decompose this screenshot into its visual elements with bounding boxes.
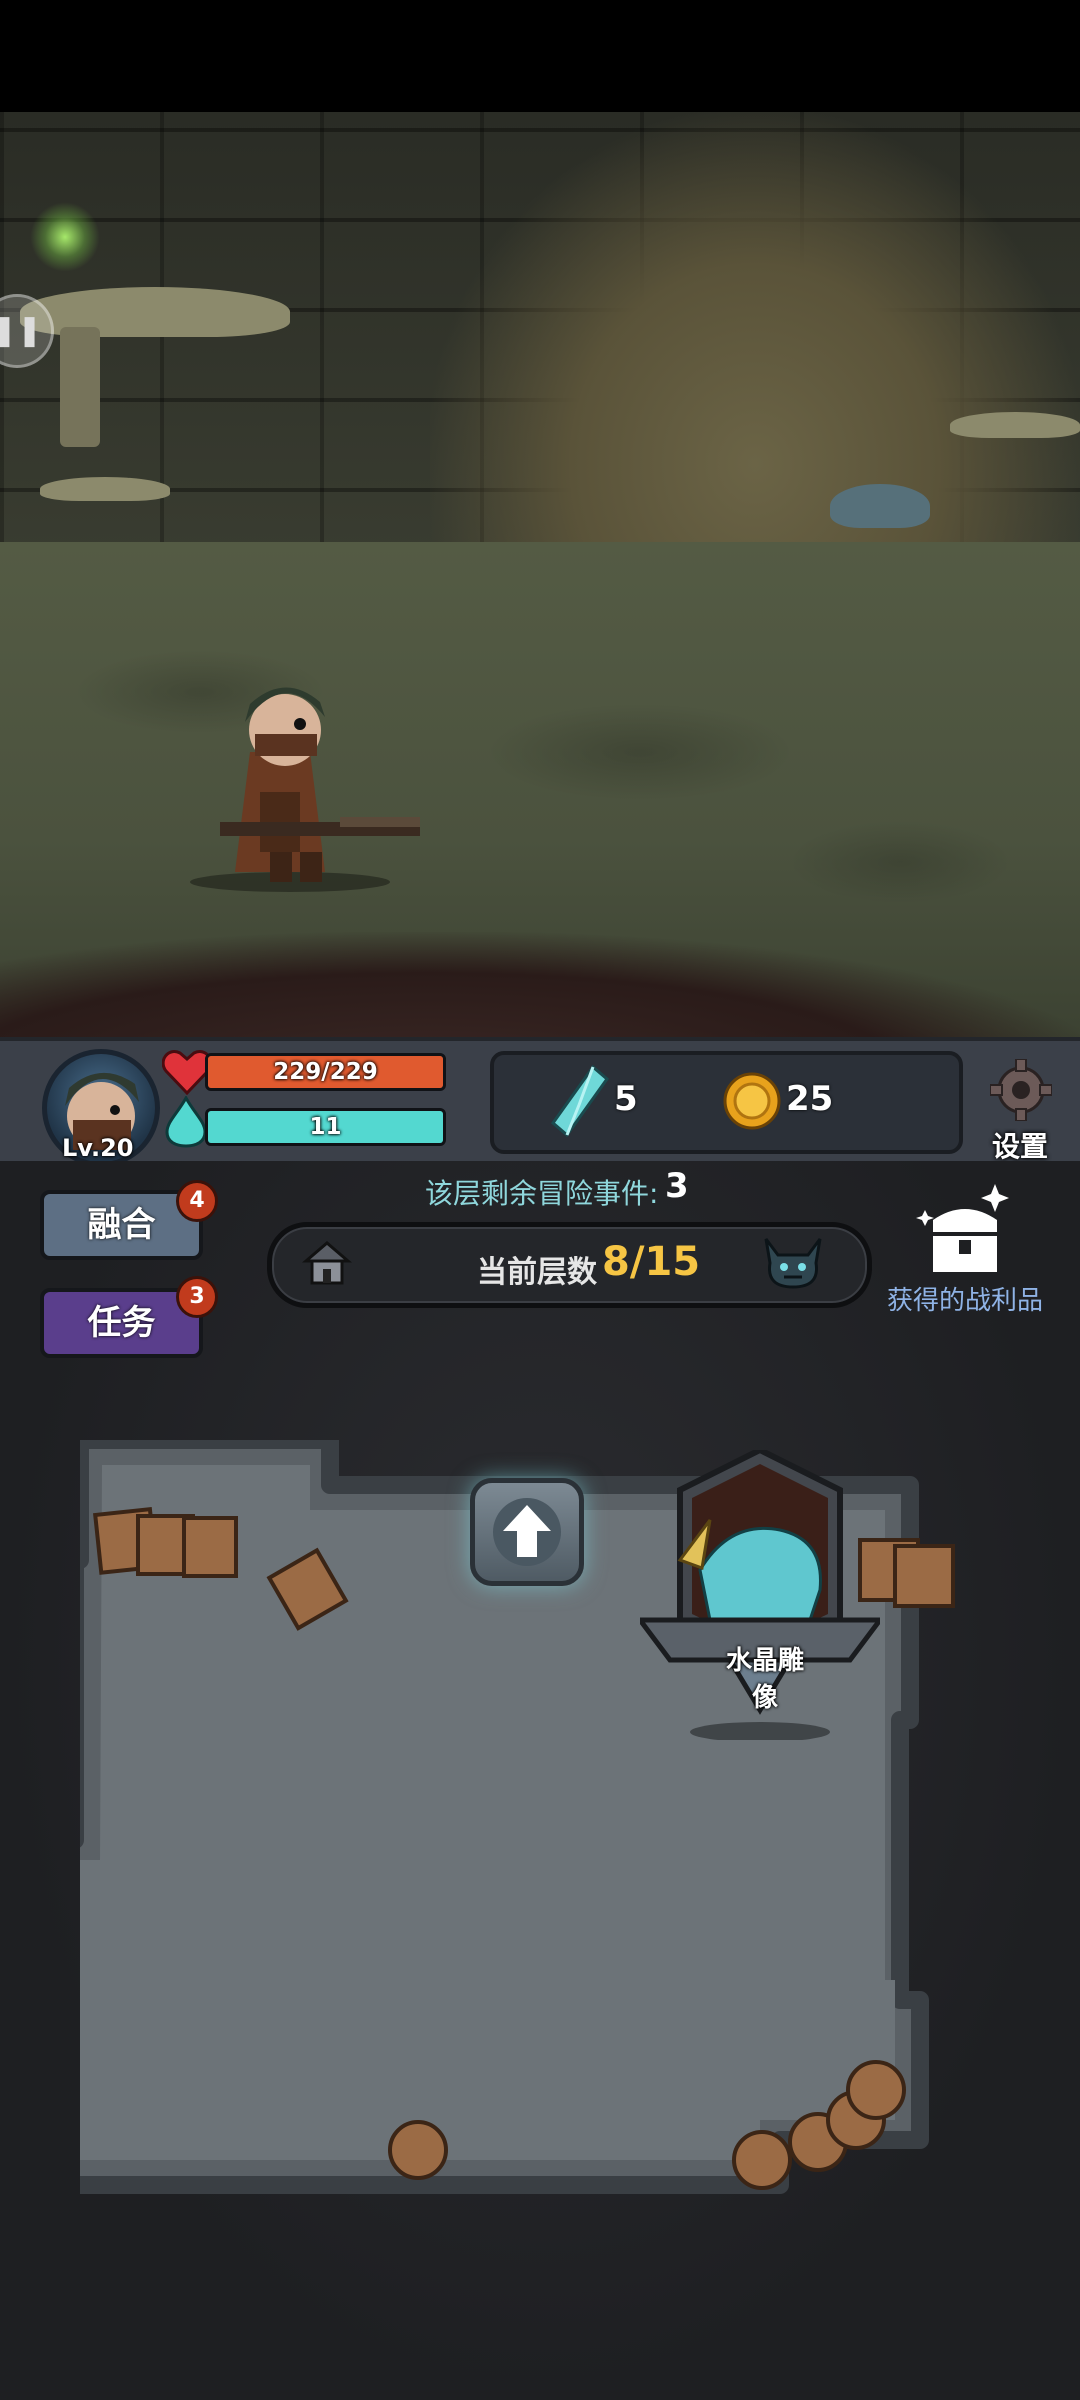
crystal-statue-label: 水晶雕像 <box>725 1646 804 1713</box>
remaining-events-label: 该层剩余冒险事件: <box>425 1177 659 1210</box>
crystal-icon <box>550 1065 609 1137</box>
mp-bar: 11 <box>205 1108 446 1146</box>
coin-count: 25 <box>786 1079 834 1119</box>
player-level: Lv.20 <box>62 1134 134 1162</box>
blue-mushroom <box>830 484 930 528</box>
status-bar: Lv.20 229/229 11 5 25 设置 <box>0 1037 1080 1167</box>
fuse-button-label: 融合 <box>87 1205 156 1245</box>
hp-bar: 229/229 <box>205 1053 446 1091</box>
foreground-roots <box>0 932 1080 1037</box>
mana-drop-icon <box>165 1096 207 1148</box>
hero-character <box>190 687 420 892</box>
quest-button-label: 任务 <box>87 1303 156 1343</box>
loot-label: 获得的战利品 <box>886 1286 1043 1316</box>
demon-head-icon <box>764 1238 822 1289</box>
currency-panel: 5 25 <box>490 1051 963 1154</box>
house-icon <box>302 1241 352 1285</box>
current-floor-value: 8/15 <box>602 1239 701 1285</box>
battle-scene: ❚❚ <box>0 112 1080 1037</box>
loot-button[interactable]: 获得的战利品 <box>885 1180 1045 1320</box>
mushroom <box>40 477 170 501</box>
fuse-badge: 4 <box>176 1180 218 1222</box>
floor-progress-panel: 当前层数 8/15 <box>267 1222 872 1308</box>
crystal-count: 5 <box>614 1079 638 1119</box>
treasure-chest-icon <box>916 1184 1009 1272</box>
quest-badge: 3 <box>176 1276 218 1318</box>
giant-tree-roots <box>430 112 1080 552</box>
mp-text: 11 <box>309 1114 342 1140</box>
up-stairs-button[interactable] <box>470 1478 584 1586</box>
current-floor-label: 当前层数 <box>477 1255 597 1290</box>
hp-text: 229/229 <box>273 1059 378 1085</box>
coin-icon <box>723 1072 781 1130</box>
gear-icon <box>990 1059 1052 1121</box>
pause-icon: ❚❚ <box>0 313 43 348</box>
mushroom <box>950 412 1080 438</box>
mushroom-stem <box>60 327 100 447</box>
remaining-events-count: 3 <box>665 1166 689 1206</box>
up-arrow-icon <box>493 1498 561 1566</box>
system-top-bar <box>0 0 1080 112</box>
settings-label: 设置 <box>991 1130 1048 1163</box>
green-lantern <box>30 202 100 272</box>
settings-button[interactable]: 设置 <box>975 1059 1065 1163</box>
